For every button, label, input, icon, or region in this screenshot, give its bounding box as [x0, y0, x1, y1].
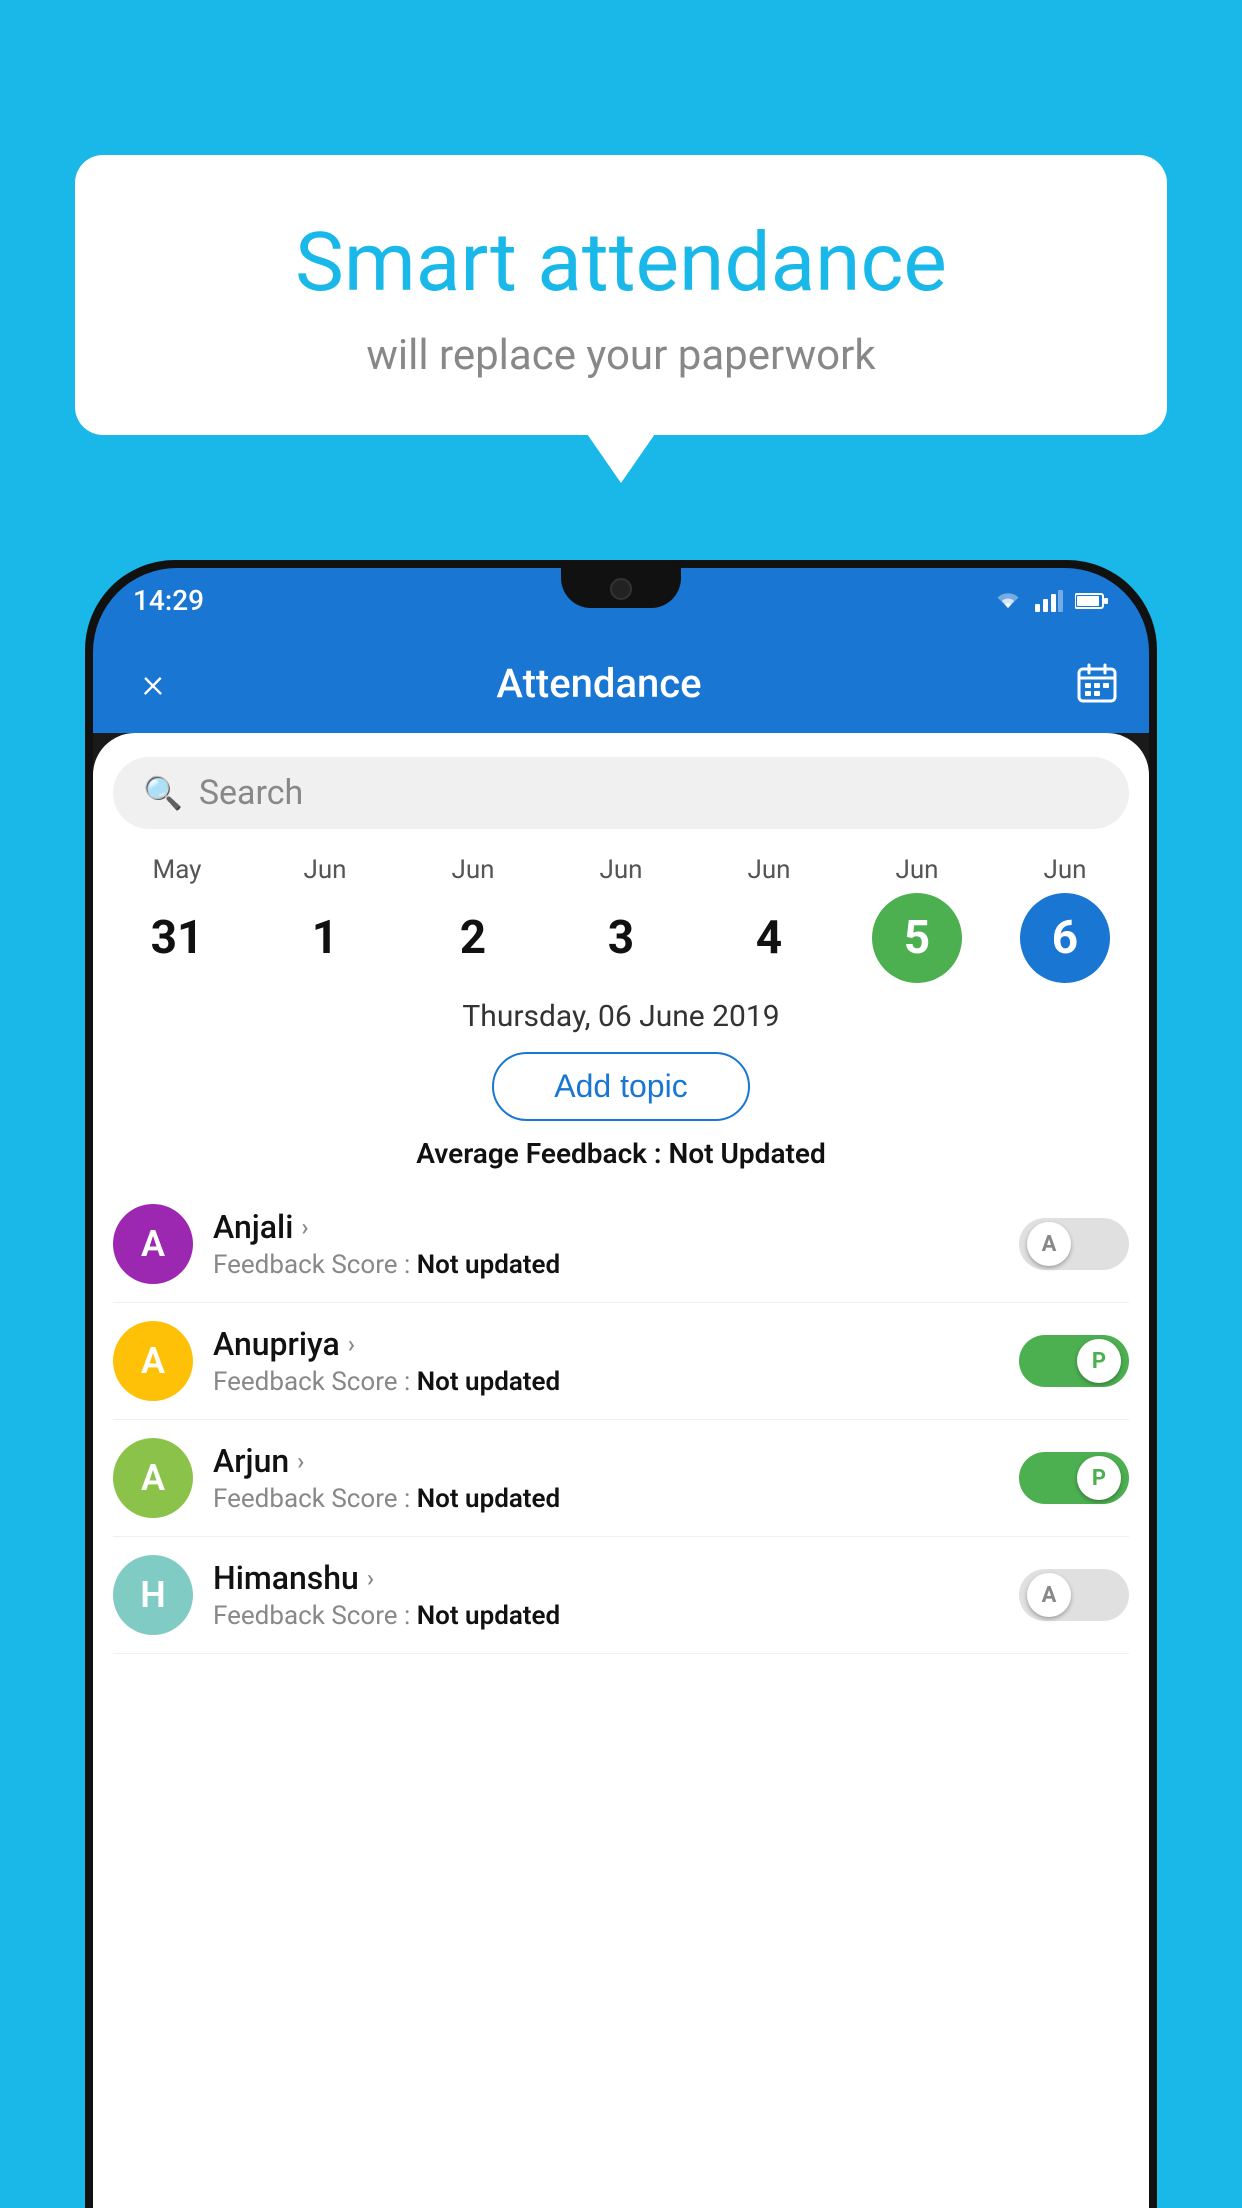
- chevron-icon: ›: [297, 1447, 304, 1475]
- selected-date: Thursday, 06 June 2019: [93, 983, 1149, 1044]
- cal-month-label: Jun: [599, 855, 642, 885]
- phone-inner: 14:29: [93, 568, 1149, 2208]
- attendance-toggle[interactable]: P: [1019, 1335, 1129, 1387]
- avg-feedback-label: Average Feedback :: [416, 1137, 668, 1170]
- chevron-icon: ›: [348, 1330, 355, 1358]
- student-info: Himanshu › Feedback Score : Not updated: [213, 1559, 999, 1631]
- toggle-switch[interactable]: P: [1019, 1335, 1129, 1387]
- cal-day-number[interactable]: 5: [872, 893, 962, 983]
- student-name: Anjali ›: [213, 1208, 999, 1246]
- add-topic-button[interactable]: Add topic: [492, 1052, 749, 1121]
- student-item[interactable]: H Himanshu › Feedback Score : Not updated A: [113, 1537, 1129, 1654]
- app-title: Attendance: [183, 660, 1015, 707]
- status-time: 14:29: [133, 584, 204, 617]
- toggle-knob: P: [1077, 1456, 1121, 1500]
- battery-icon: [1075, 591, 1109, 611]
- phone-notch: [561, 568, 681, 608]
- bubble-subtitle: will replace your paperwork: [135, 331, 1107, 380]
- toggle-knob: A: [1027, 1222, 1071, 1266]
- attendance-toggle[interactable]: A: [1019, 1569, 1129, 1621]
- toggle-knob: A: [1027, 1573, 1071, 1617]
- student-info: Anupriya › Feedback Score : Not updated: [213, 1325, 999, 1397]
- calendar-strip: May 31 Jun 1 Jun 2 Jun 3 Jun 4 Jun 5 Jun 6: [93, 845, 1149, 983]
- chevron-icon: ›: [367, 1564, 374, 1592]
- calendar-day[interactable]: Jun 5: [862, 855, 972, 983]
- speech-bubble: Smart attendance will replace your paper…: [75, 155, 1167, 435]
- student-list: AAnjali ›Feedback Score : Not updatedAAA…: [93, 1186, 1149, 1654]
- bubble-title: Smart attendance: [135, 215, 1107, 311]
- avatar: A: [113, 1321, 193, 1401]
- student-name: Anupriya ›: [213, 1325, 999, 1363]
- calendar-day[interactable]: Jun 4: [714, 855, 824, 983]
- calendar-icon[interactable]: [1075, 661, 1119, 705]
- student-item[interactable]: A Arjun › Feedback Score : Not updated P: [113, 1420, 1129, 1537]
- phone-frame: 14:29: [85, 560, 1157, 2208]
- calendar-day[interactable]: Jun 6: [1010, 855, 1120, 983]
- student-info: Anjali › Feedback Score : Not updated: [213, 1208, 999, 1280]
- calendar-day[interactable]: Jun 2: [418, 855, 528, 983]
- signal-icon: [1035, 590, 1063, 612]
- search-placeholder: Search: [199, 773, 303, 813]
- student-name: Himanshu ›: [213, 1559, 999, 1597]
- avatar: A: [113, 1438, 193, 1518]
- speech-bubble-container: Smart attendance will replace your paper…: [75, 155, 1167, 435]
- student-item[interactable]: A Anupriya › Feedback Score : Not updated P: [113, 1303, 1129, 1420]
- cal-day-number[interactable]: 3: [576, 893, 666, 983]
- student-name: Arjun ›: [213, 1442, 999, 1480]
- cal-day-number[interactable]: 31: [132, 893, 222, 983]
- close-button[interactable]: ×: [123, 659, 183, 708]
- calendar-day[interactable]: Jun 1: [270, 855, 380, 983]
- toggle-switch[interactable]: A: [1019, 1218, 1129, 1270]
- search-icon: 🔍: [143, 774, 183, 812]
- chevron-icon: ›: [301, 1213, 308, 1241]
- screen-content: 🔍 Search May 31 Jun 1 Jun 2 Jun 3 Jun 4 Jun 5 Jun 6 T…: [93, 733, 1149, 2208]
- avg-feedback: Average Feedback : Not Updated: [93, 1137, 1149, 1186]
- front-camera: [610, 578, 632, 600]
- attendance-toggle[interactable]: P: [1019, 1452, 1129, 1504]
- cal-month-label: May: [153, 855, 202, 885]
- toggle-switch[interactable]: P: [1019, 1452, 1129, 1504]
- app-bar: × Attendance: [93, 633, 1149, 733]
- wifi-icon: [993, 590, 1023, 612]
- feedback-score: Feedback Score : Not updated: [213, 1367, 999, 1397]
- avg-feedback-value: Not Updated: [669, 1137, 826, 1170]
- cal-day-number[interactable]: 2: [428, 893, 518, 983]
- avatar: H: [113, 1555, 193, 1635]
- cal-month-label: Jun: [303, 855, 346, 885]
- attendance-toggle[interactable]: A: [1019, 1218, 1129, 1270]
- avatar: A: [113, 1204, 193, 1284]
- calendar-day[interactable]: Jun 3: [566, 855, 676, 983]
- feedback-score: Feedback Score : Not updated: [213, 1601, 999, 1631]
- cal-day-number[interactable]: 4: [724, 893, 814, 983]
- status-icons: [993, 590, 1109, 612]
- toggle-knob: P: [1077, 1339, 1121, 1383]
- cal-month-label: Jun: [451, 855, 494, 885]
- cal-month-label: Jun: [1043, 855, 1086, 885]
- cal-day-number[interactable]: 6: [1020, 893, 1110, 983]
- calendar-day[interactable]: May 31: [122, 855, 232, 983]
- cal-month-label: Jun: [747, 855, 790, 885]
- student-item[interactable]: A Anjali › Feedback Score : Not updated A: [113, 1186, 1129, 1303]
- cal-day-number[interactable]: 1: [280, 893, 370, 983]
- cal-month-label: Jun: [895, 855, 938, 885]
- feedback-score: Feedback Score : Not updated: [213, 1484, 999, 1514]
- search-bar[interactable]: 🔍 Search: [113, 757, 1129, 829]
- toggle-switch[interactable]: A: [1019, 1569, 1129, 1621]
- feedback-score: Feedback Score : Not updated: [213, 1250, 999, 1280]
- student-info: Arjun › Feedback Score : Not updated: [213, 1442, 999, 1514]
